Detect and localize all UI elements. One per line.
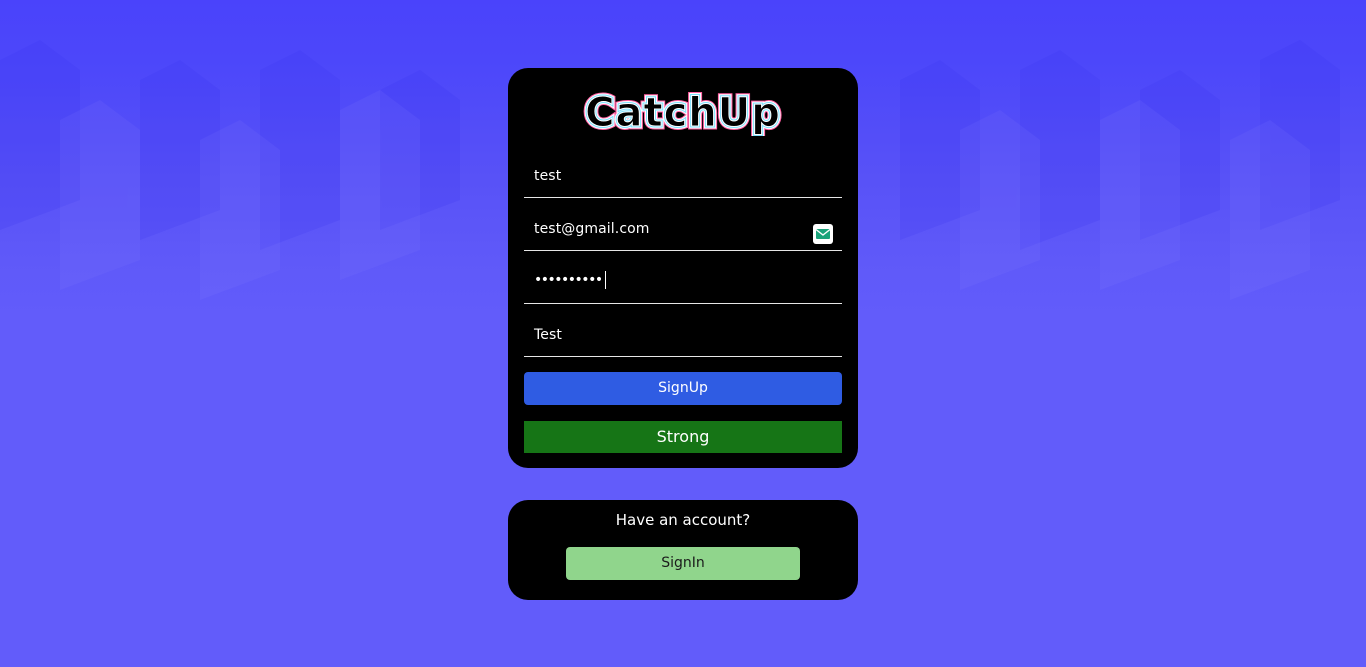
username-value: test <box>534 168 562 184</box>
name-field[interactable]: Test <box>524 318 842 357</box>
signin-button[interactable]: SignIn <box>566 547 800 580</box>
logo-text: CatchUp <box>585 90 781 136</box>
email-value: test@gmail.com <box>534 221 650 237</box>
signup-button[interactable]: SignUp <box>524 372 842 405</box>
text-caret <box>604 271 606 289</box>
signup-card: CatchUp CatchUp CatchUp CatchUp test tes… <box>508 68 858 468</box>
password-mask: •••••••••• <box>534 272 603 288</box>
password-value: •••••••••• <box>534 271 606 289</box>
email-field[interactable]: test@gmail.com <box>524 212 842 251</box>
mail-icon <box>813 224 833 244</box>
signin-card: Have an account? SignIn <box>508 500 858 600</box>
name-value: Test <box>534 327 562 343</box>
password-field[interactable]: •••••••••• <box>524 265 842 304</box>
password-strength-indicator: Strong <box>524 421 842 453</box>
username-field[interactable]: test <box>524 159 842 198</box>
catchup-logo: CatchUp CatchUp CatchUp CatchUp <box>582 88 784 136</box>
have-account-text: Have an account? <box>615 511 751 529</box>
